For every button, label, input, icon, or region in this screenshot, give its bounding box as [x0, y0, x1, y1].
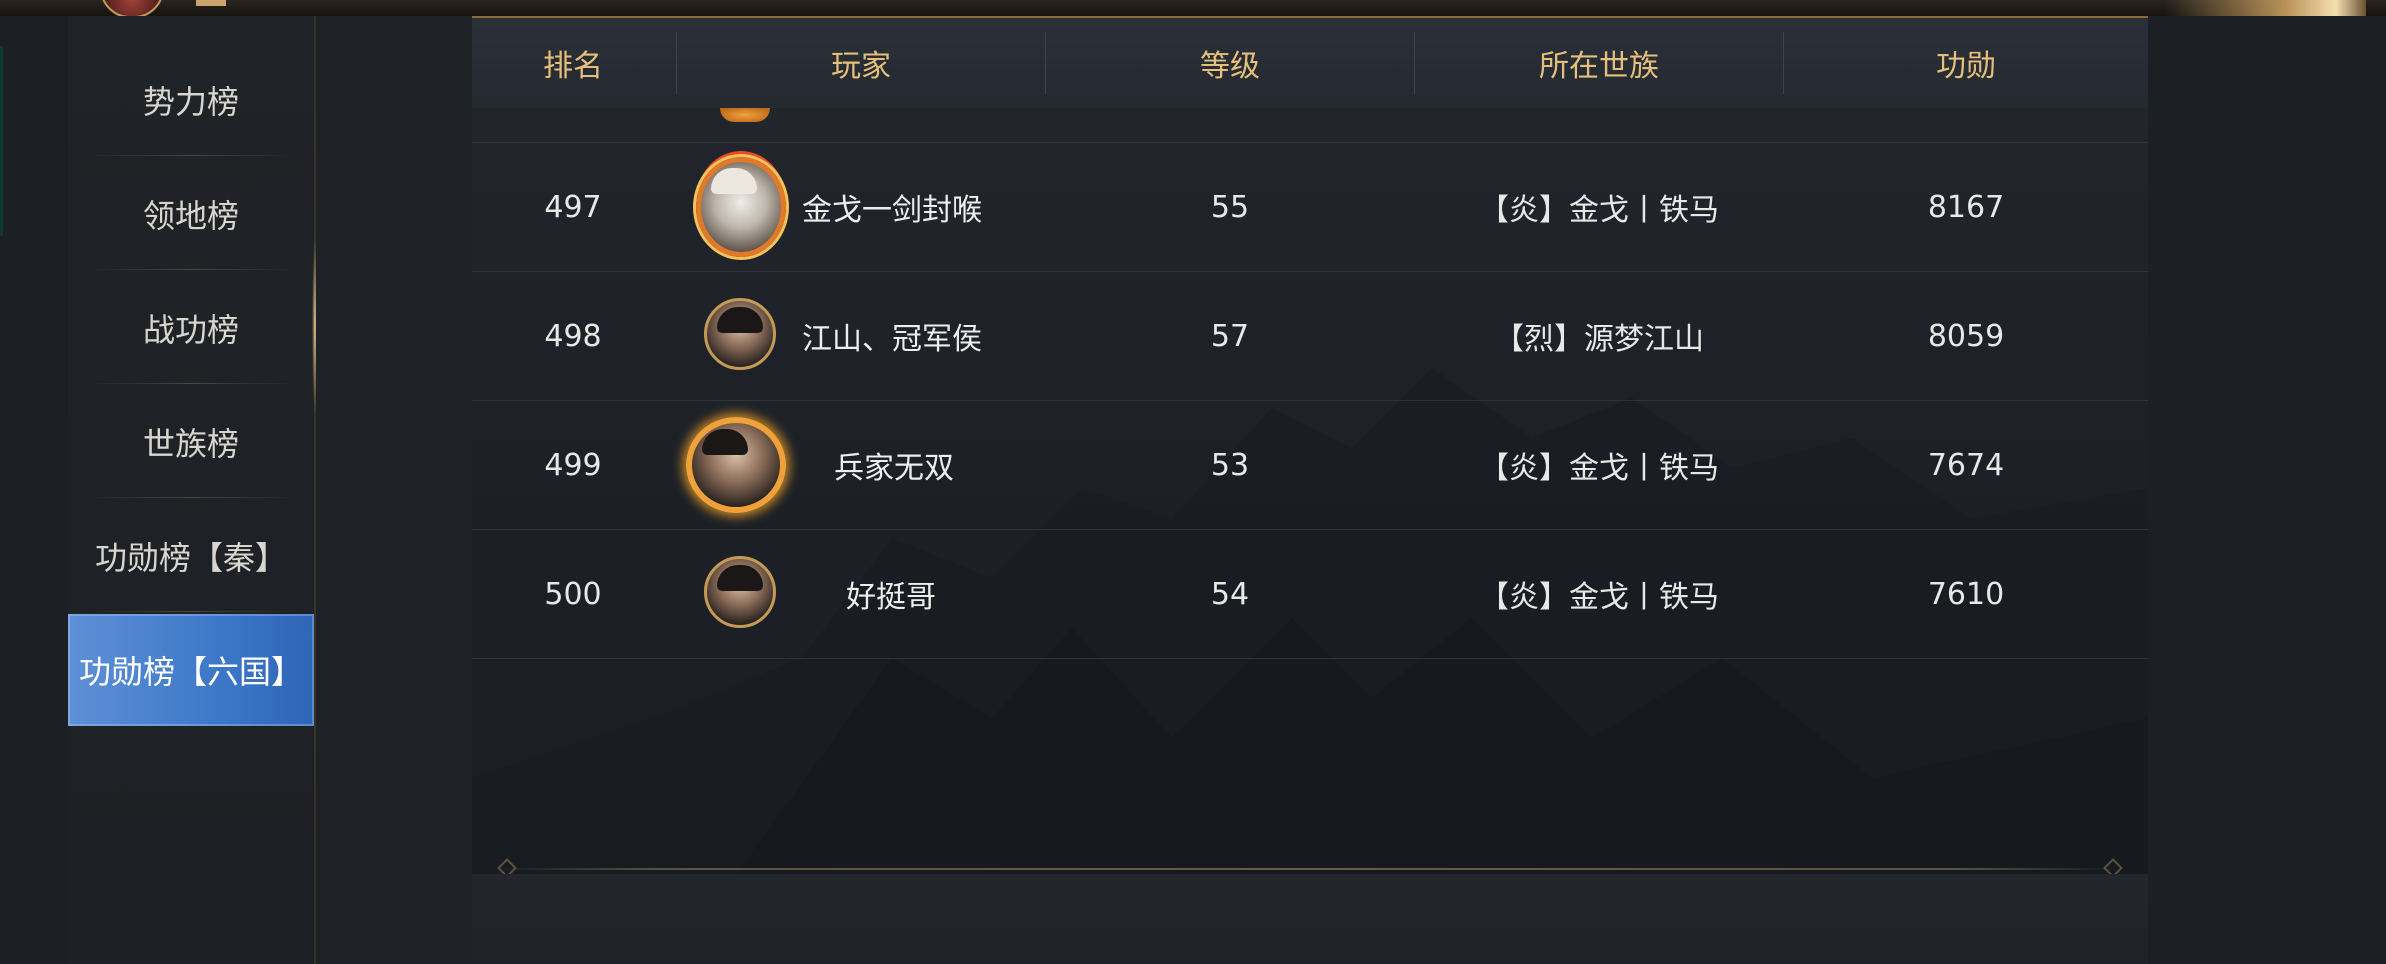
level-cell: 53 — [1210, 447, 1250, 483]
sidebar-item-label: 战功榜 — [142, 311, 239, 349]
table-row[interactable]: 497 金戈一剑封喉 55 【炎】金戈丨铁马 8167 — [472, 143, 2148, 272]
sidebar-item-territory-ranking[interactable]: 领地榜 — [68, 158, 314, 270]
rank-cell: 498 — [544, 318, 602, 354]
header-merit[interactable]: 功勋 — [1784, 18, 2148, 108]
clan-cell: 【炎】金戈丨铁马 — [1479, 193, 1719, 228]
ranking-table-panel: 排名 玩家 等级 所在世族 功勋 497 金戈一剑封喉 55 【炎】金戈丨铁马 … — [472, 18, 2148, 964]
player-name: 金戈一剑封喉 — [802, 193, 982, 228]
header-clan[interactable]: 所在世族 — [1415, 18, 1783, 108]
merit-cell: 7674 — [1927, 447, 2005, 483]
table-row[interactable]: 498 江山、冠军侯 57 【烈】源梦江山 8059 — [472, 272, 2148, 401]
ranking-sidebar: 势力榜 领地榜 战功榜 世族榜 功勋榜【秦】 功勋榜【六国】 — [68, 16, 318, 964]
table-header: 排名 玩家 等级 所在世族 功勋 — [472, 18, 2148, 108]
left-strip — [0, 16, 68, 964]
clan-cell: 【烈】源梦江山 — [1494, 322, 1704, 357]
warrior-portrait-icon[interactable] — [704, 298, 776, 370]
sidebar-item-merit-six-states[interactable]: 功勋榜【六国】 — [68, 614, 314, 726]
divider — [86, 497, 296, 498]
level-cell: 57 — [1210, 318, 1250, 354]
rank-cell: 500 — [544, 576, 602, 612]
portrait-hair — [702, 429, 748, 455]
portrait-hair — [717, 565, 763, 591]
sidebar-item-label: 势力榜 — [142, 83, 239, 121]
merit-cell: 8059 — [1927, 318, 2005, 354]
sidebar-item-battle-merit-ranking[interactable]: 战功榜 — [68, 272, 314, 384]
clan-cell: 【炎】金戈丨铁马 — [1479, 580, 1719, 615]
edge-accent — [0, 46, 3, 236]
sidebar-item-label: 功勋榜【六国】 — [78, 653, 303, 691]
divider — [86, 155, 296, 156]
player-name: 江山、冠军侯 — [802, 322, 982, 357]
rank-cell: 499 — [544, 447, 602, 483]
table-row-partial[interactable] — [472, 108, 2148, 143]
rank-cell: 497 — [544, 189, 602, 225]
elder-portrait-icon[interactable] — [696, 157, 786, 257]
level-cell: 55 — [1210, 189, 1250, 225]
clan-cell: 【炎】金戈丨铁马 — [1479, 451, 1719, 486]
divider — [86, 611, 296, 612]
spacer — [316, 16, 472, 964]
portrait-hair — [711, 168, 757, 194]
table-row[interactable]: 499 兵家无双 53 【炎】金戈丨铁马 7674 — [472, 401, 2148, 530]
sidebar-item-merit-qin[interactable]: 功勋榜【秦】 — [68, 500, 314, 612]
divider — [86, 383, 296, 384]
sidebar-item-label: 领地榜 — [142, 197, 239, 235]
merit-cell: 8167 — [1927, 189, 2005, 225]
sidebar-item-label: 世族榜 — [142, 425, 239, 463]
header-rank[interactable]: 排名 — [472, 18, 674, 108]
ornament-icon — [2166, 0, 2366, 16]
right-margin — [2148, 16, 2386, 964]
bottom-divider — [500, 868, 2120, 870]
flame-portrait-icon[interactable] — [686, 417, 786, 513]
merit-cell: 7610 — [1927, 576, 2005, 612]
header-level[interactable]: 等级 — [1046, 18, 1414, 108]
avatar-fragment-icon — [720, 108, 770, 122]
portrait-hair — [717, 307, 763, 333]
divider — [86, 269, 296, 270]
player-name: 兵家无双 — [834, 451, 954, 486]
sidebar-item-clan-ranking[interactable]: 世族榜 — [68, 386, 314, 498]
table-row[interactable]: 500 好挺哥 54 【炎】金戈丨铁马 7610 — [472, 530, 2148, 659]
sidebar-item-label: 功勋榜【秦】 — [94, 539, 287, 577]
level-cell: 54 — [1210, 576, 1250, 612]
warrior-portrait-icon[interactable] — [704, 556, 776, 628]
player-name: 好挺哥 — [846, 580, 936, 615]
header-player[interactable]: 玩家 — [677, 18, 1045, 108]
emblem-mark-icon — [196, 0, 226, 6]
footer-band — [472, 874, 2148, 964]
sidebar-item-power-ranking[interactable]: 势力榜 — [68, 44, 314, 156]
